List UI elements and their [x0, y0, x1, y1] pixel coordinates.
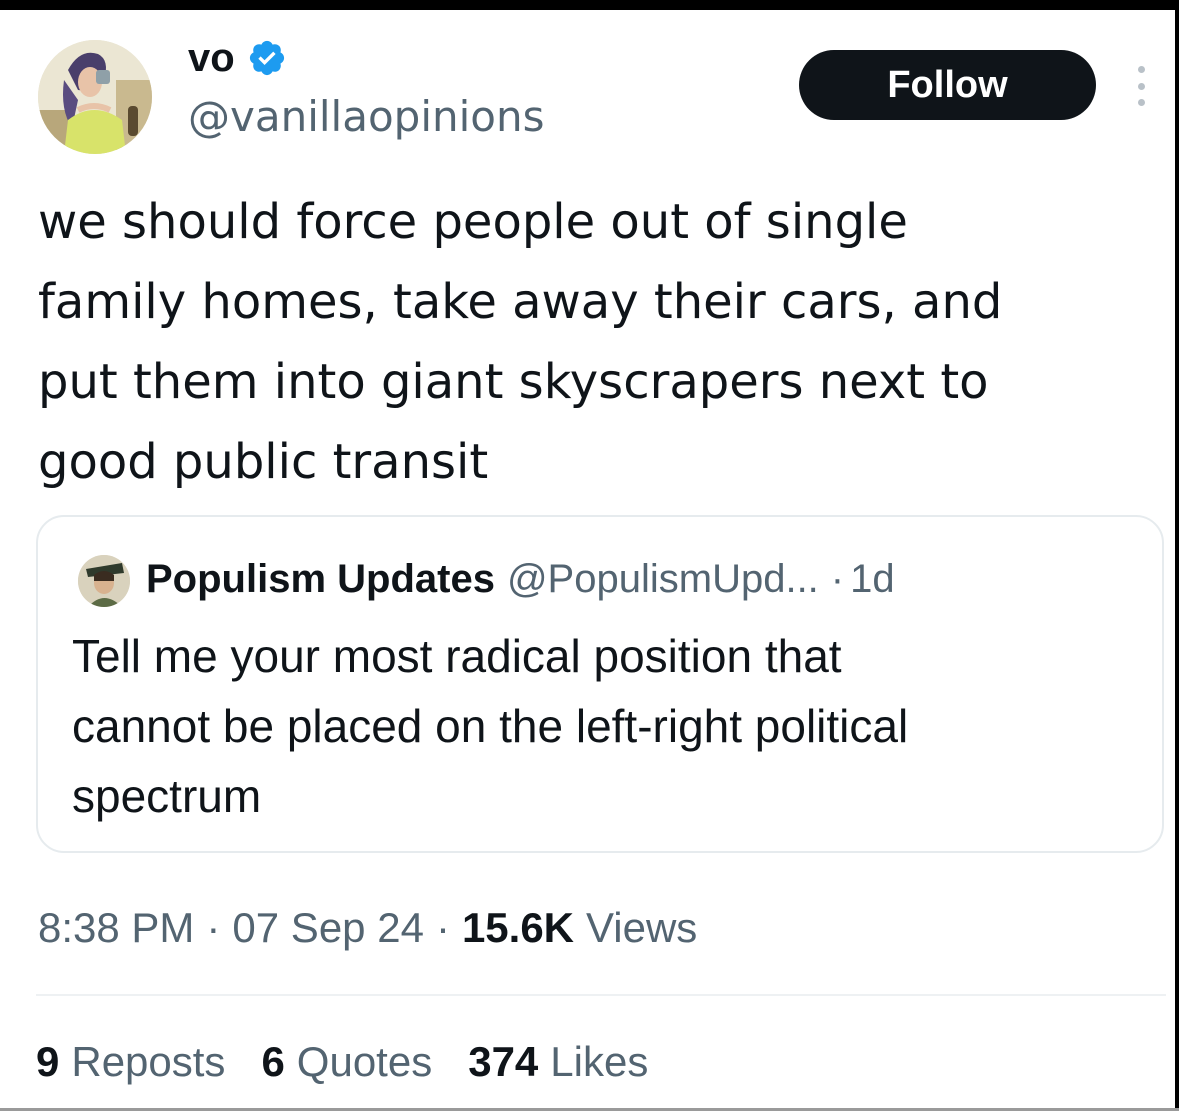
tweet-date[interactable]: 07 Sep 24: [232, 904, 424, 952]
likes-stat[interactable]: 374 Likes: [468, 1038, 648, 1086]
meta-separator: ·: [206, 904, 221, 951]
reposts-count: 9: [36, 1038, 60, 1085]
author-display-name[interactable]: vo: [188, 34, 235, 82]
more-dot: [1137, 99, 1145, 106]
tweet-text: we should force people out of single fam…: [38, 194, 1003, 490]
author-handle[interactable]: @vanillaopinions: [188, 90, 544, 144]
author-avatar-image: [38, 40, 152, 154]
author-avatar[interactable]: [38, 40, 152, 154]
verified-badge-icon: [247, 38, 287, 78]
quote-avatar-image: [78, 555, 130, 607]
tweet-time[interactable]: 8:38 PM: [38, 904, 194, 952]
meta-separator: ·: [435, 904, 450, 951]
tweet-screenshot: vo @vanillaopinions Follow we should for…: [0, 0, 1179, 1111]
more-dot: [1137, 82, 1145, 90]
quote-timestamp[interactable]: 1d: [850, 557, 895, 602]
quotes-label: Quotes: [296, 1038, 433, 1085]
right-edge-bar: [1175, 0, 1179, 1111]
more-vertical-icon[interactable]: [1126, 66, 1156, 106]
views-count: 15.6K: [461, 904, 575, 951]
quote-author-name[interactable]: Populism Updates: [146, 557, 495, 602]
reposts-stat[interactable]: 9 Reposts: [36, 1038, 225, 1086]
top-black-bar: [0, 0, 1179, 10]
more-dot: [1137, 66, 1145, 73]
follow-button[interactable]: Follow: [799, 50, 1096, 120]
quote-text: Tell me your most radical position that …: [72, 630, 909, 822]
quote-header: Populism Updates @PopulismUpd... · 1d: [146, 547, 895, 611]
author-name-row: vo: [188, 34, 287, 82]
tweet-meta: 8:38 PM · 07 Sep 24 · 15.6K Views: [38, 896, 697, 960]
quoted-tweet-card[interactable]: Populism Updates @PopulismUpd... · 1d Te…: [36, 515, 1164, 853]
divider: [36, 994, 1166, 996]
quote-author-handle[interactable]: @PopulismUpd...: [507, 557, 819, 602]
likes-label: Likes: [550, 1038, 649, 1085]
quote-author-avatar[interactable]: [78, 555, 130, 607]
quotes-stat[interactable]: 6 Quotes: [261, 1038, 432, 1086]
quotes-count: 6: [261, 1038, 285, 1085]
quote-separator: ·: [830, 556, 845, 601]
likes-count: 374: [468, 1038, 539, 1085]
reposts-label: Reposts: [71, 1038, 226, 1085]
views-label: Views: [586, 904, 698, 951]
engagement-stats: 9 Reposts 6 Quotes 374 Likes: [36, 1030, 684, 1094]
